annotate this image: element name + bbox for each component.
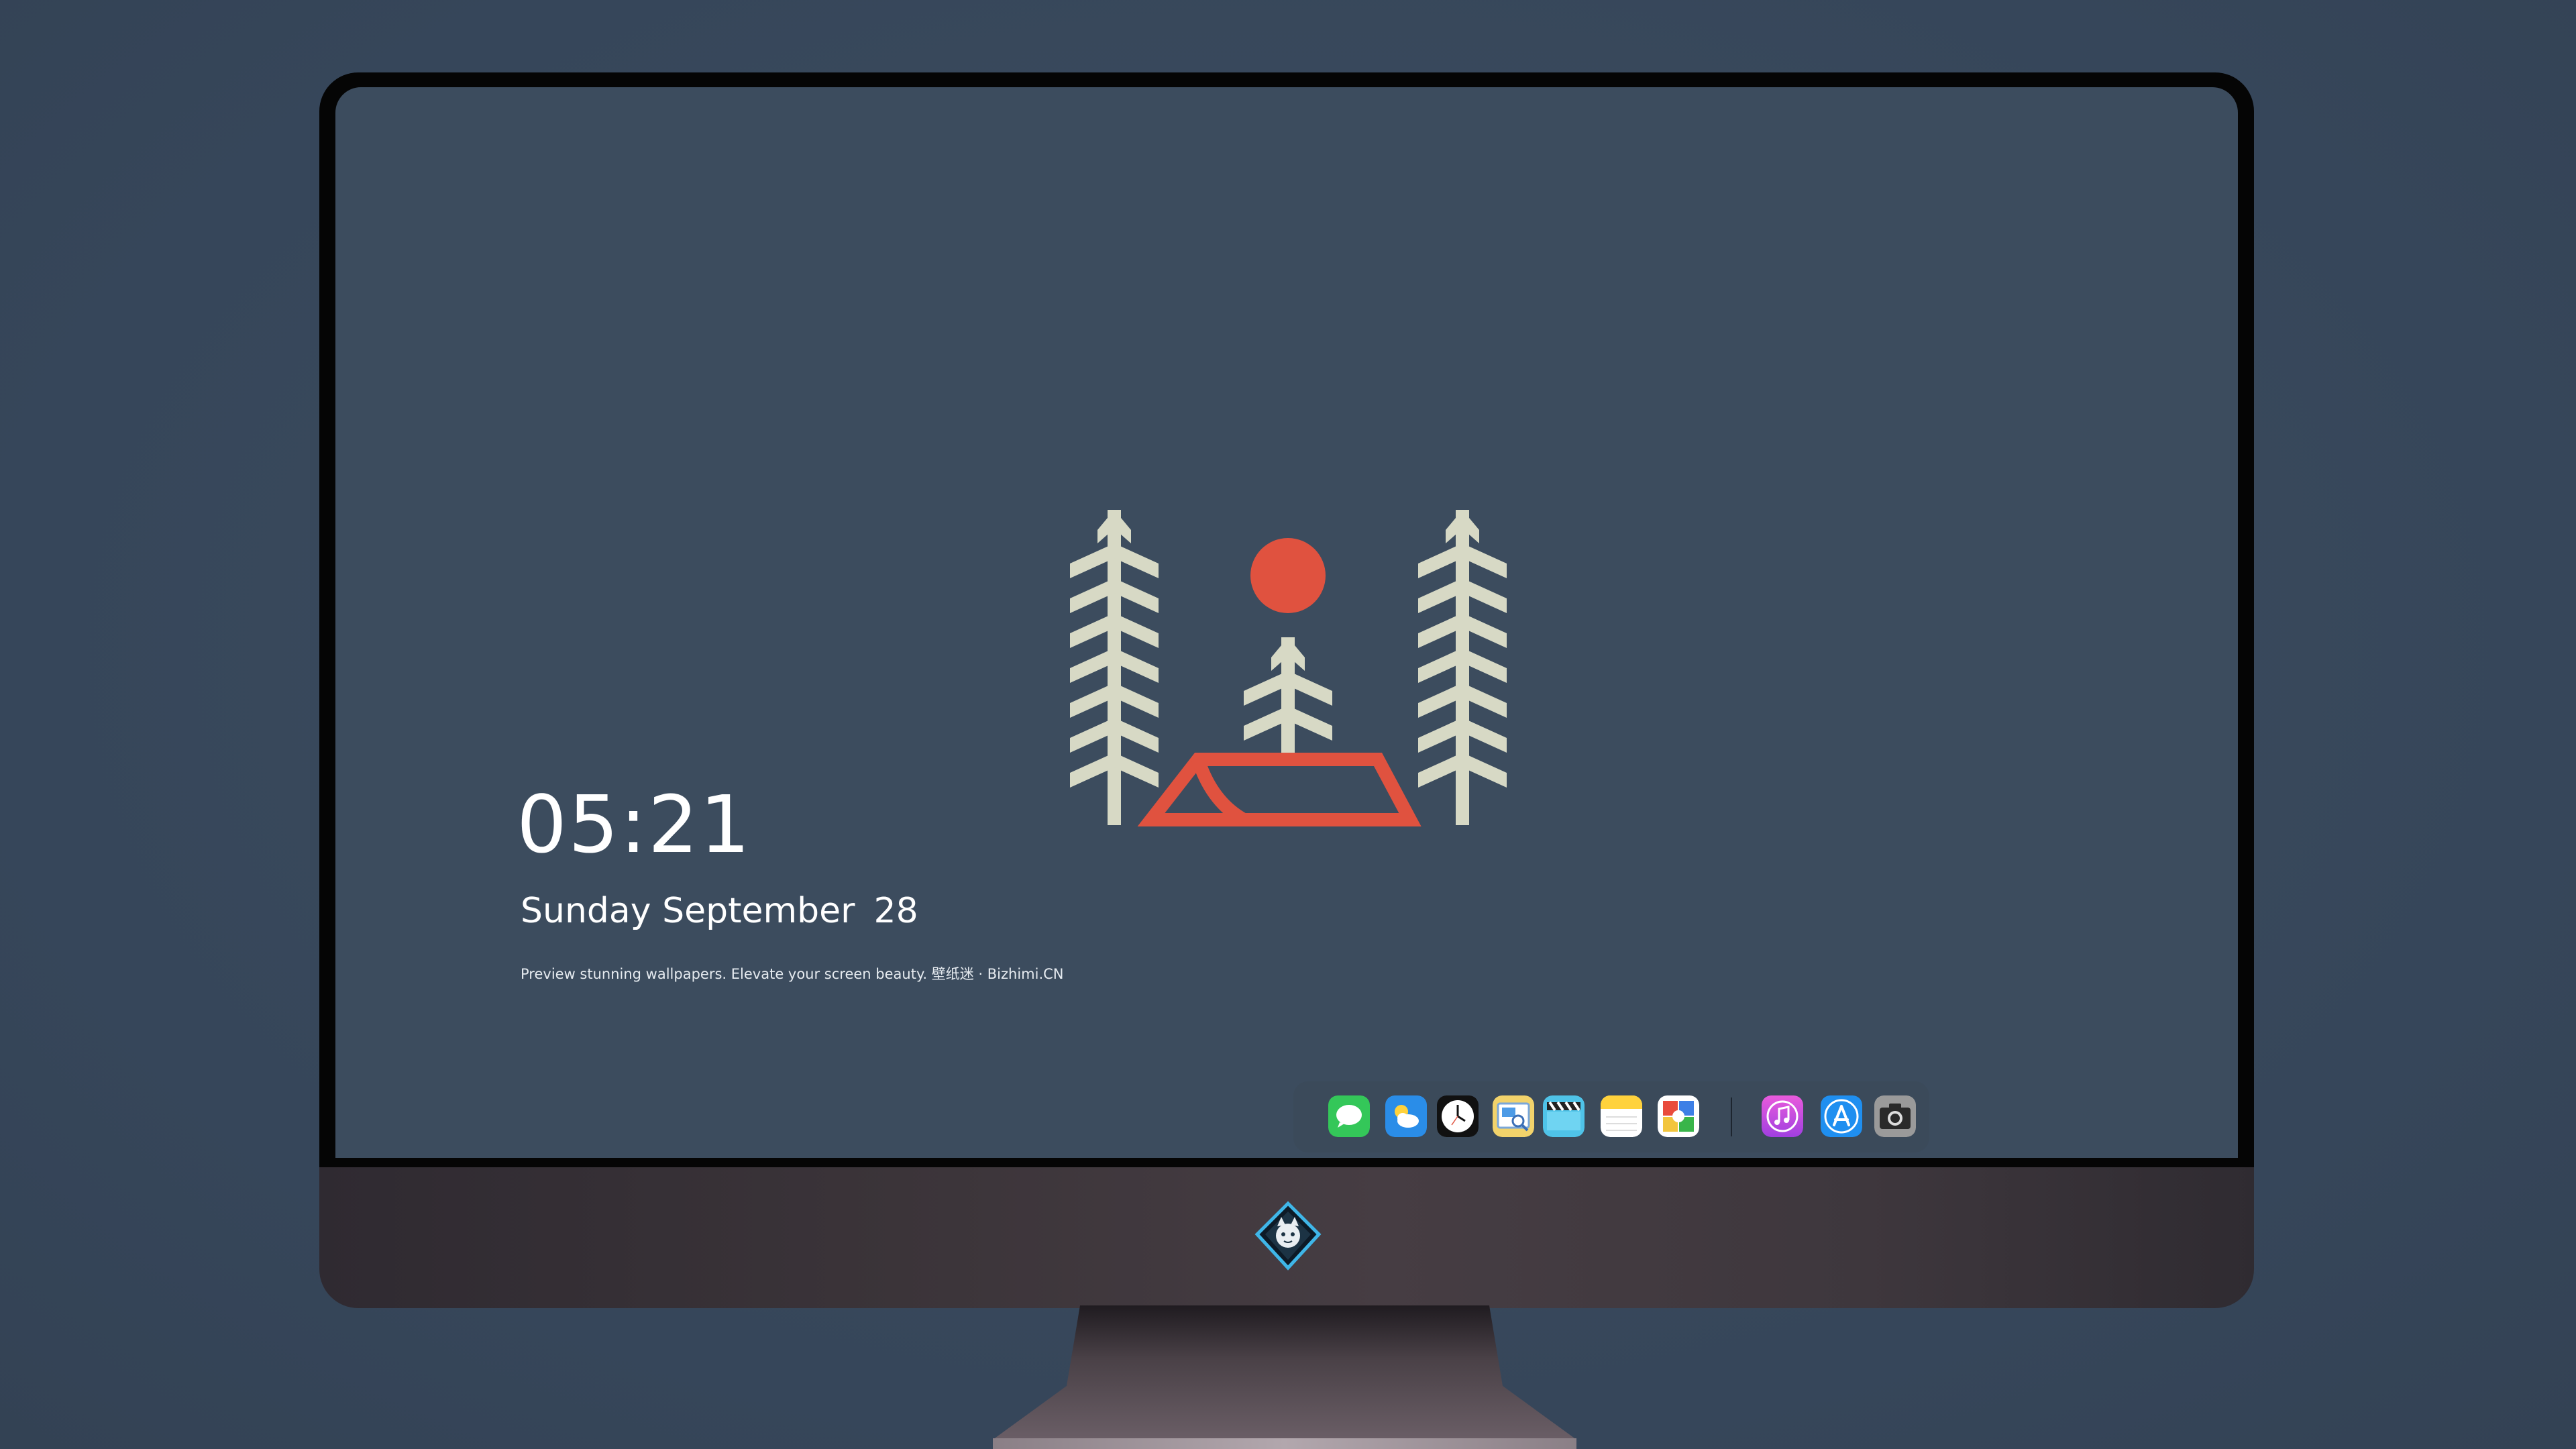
monitor-stand	[993, 1305, 1576, 1449]
clock-time: 05:21	[517, 778, 752, 871]
clock-date: Sunday September 28	[521, 894, 918, 928]
camping-wallpaper-art	[1070, 510, 1507, 826]
monitor-bezel: 05:21 Sunday September 28 Preview stunnin…	[319, 72, 2254, 1173]
desktop-background: 05:21 Sunday September 28 Preview stunnin…	[0, 0, 2576, 1449]
photo-booth-icon[interactable]	[1658, 1095, 1699, 1137]
left-pine-tree	[1070, 510, 1159, 825]
right-pine-tree	[1418, 510, 1507, 825]
weather-icon[interactable]	[1385, 1095, 1427, 1137]
music-icon[interactable]	[1762, 1095, 1803, 1137]
tent-outline	[1137, 753, 1421, 826]
wallpaper-tagline: Preview stunning wallpapers. Elevate you…	[521, 966, 1064, 982]
monitor-screen: 05:21 Sunday September 28 Preview stunnin…	[335, 87, 2238, 1158]
clock-weekday: Sunday	[521, 891, 651, 931]
preview-icon[interactable]	[1493, 1095, 1534, 1137]
sun-circle	[1250, 538, 1326, 613]
notes-icon[interactable]	[1601, 1095, 1642, 1137]
middle-pine-tree	[1244, 637, 1332, 765]
messages-icon[interactable]	[1328, 1095, 1370, 1137]
brand-logo-icon	[1254, 1201, 1322, 1271]
clock-day: 28	[873, 891, 918, 931]
clock-icon[interactable]	[1437, 1095, 1479, 1137]
dock-separator	[1731, 1097, 1732, 1136]
dock	[1293, 1081, 1929, 1152]
app-store-icon[interactable]	[1821, 1095, 1862, 1137]
camera-icon[interactable]	[1874, 1095, 1916, 1137]
clock-month: September	[662, 891, 855, 931]
video-editor-icon[interactable]	[1543, 1095, 1585, 1137]
